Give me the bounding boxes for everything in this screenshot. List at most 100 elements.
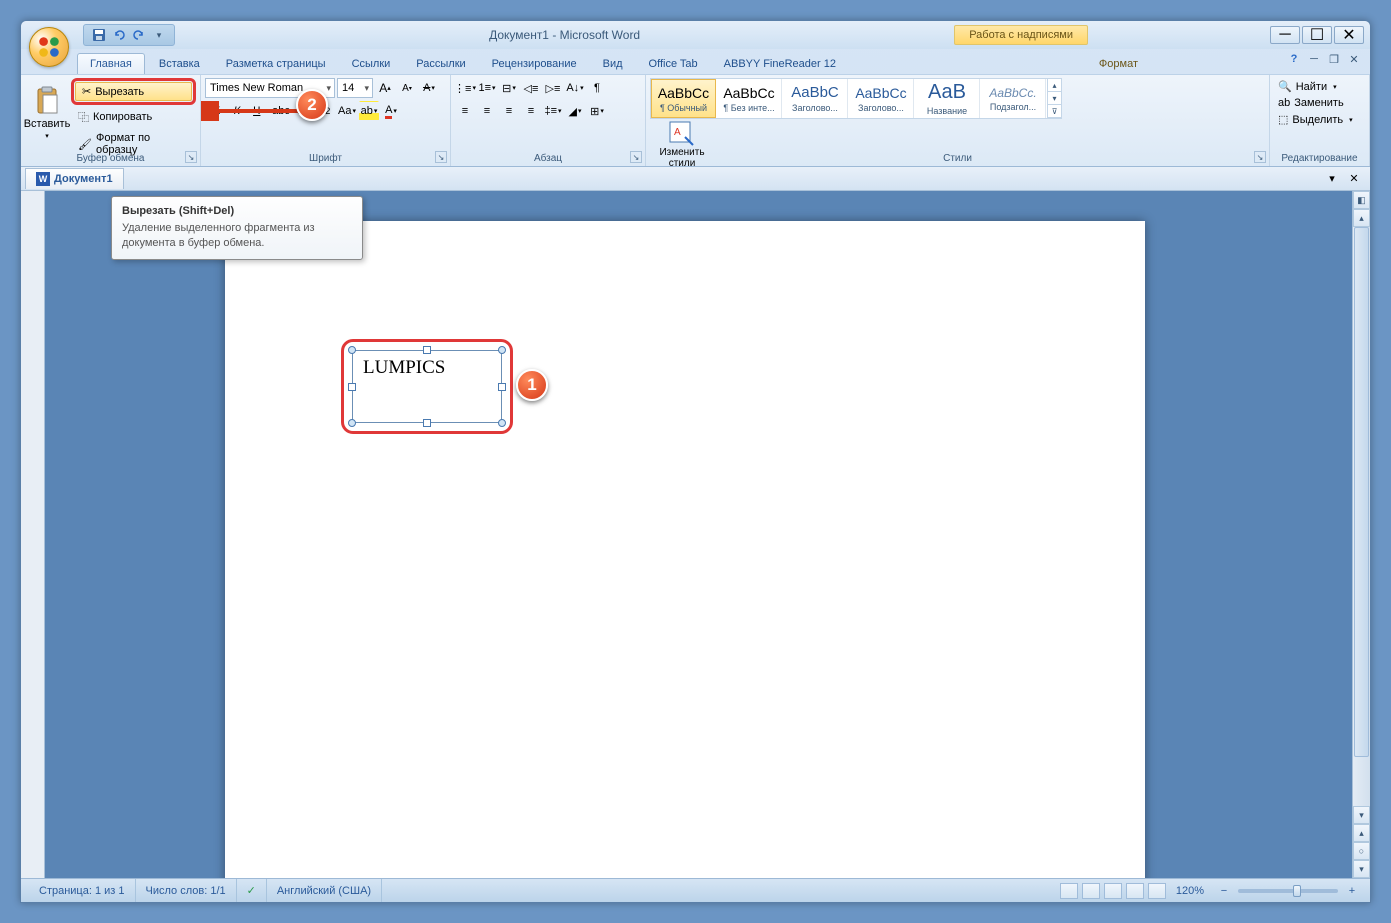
minimize-button[interactable]: ─ (1270, 26, 1300, 44)
textbox-content[interactable]: LUMPICS (353, 351, 501, 385)
increase-indent-icon[interactable]: ▷≡ (543, 78, 563, 98)
resize-handle-ne[interactable] (498, 346, 506, 354)
ruler-toggle-icon[interactable]: ◧ (1353, 191, 1370, 209)
resize-handle-s[interactable] (423, 419, 431, 427)
scroll-up-icon[interactable]: ▴ (1353, 209, 1370, 227)
view-web-icon[interactable] (1104, 883, 1122, 899)
highlight-icon[interactable]: ab (359, 101, 379, 121)
document-area[interactable] (45, 191, 1352, 878)
tab-office[interactable]: Office Tab (637, 54, 710, 74)
zoom-slider[interactable] (1238, 889, 1338, 893)
status-page[interactable]: Страница: 1 из 1 (29, 879, 136, 902)
undo-icon[interactable] (110, 26, 128, 44)
tab-mailings[interactable]: Рассылки (404, 54, 477, 74)
vertical-ruler[interactable] (21, 191, 45, 878)
tab-format[interactable]: Формат (1087, 54, 1150, 74)
font-launcher-icon[interactable]: ↘ (435, 151, 447, 163)
tab-abbyy[interactable]: ABBYY FineReader 12 (712, 54, 848, 74)
textbox[interactable]: LUMPICS (352, 350, 502, 423)
mdi-close-icon[interactable]: ✕ (1346, 51, 1362, 67)
font-size-combo[interactable]: 14 (337, 78, 373, 98)
tab-view[interactable]: Вид (591, 54, 635, 74)
browse-object-icon[interactable]: ○ (1353, 842, 1370, 860)
view-fullscreen-icon[interactable] (1082, 883, 1100, 899)
maximize-button[interactable]: ☐ (1302, 26, 1332, 44)
textbox-selection[interactable]: LUMPICS (341, 339, 513, 434)
copy-button[interactable]: ⿻ Копировать (71, 106, 196, 128)
status-language[interactable]: Английский (США) (267, 879, 382, 902)
multilevel-icon[interactable]: ⊟ (499, 78, 519, 98)
scroll-track[interactable] (1353, 227, 1370, 806)
tab-layout[interactable]: Разметка страницы (214, 54, 338, 74)
decrease-indent-icon[interactable]: ◁≡ (521, 78, 541, 98)
qat-customize-icon[interactable]: ▾ (150, 26, 168, 44)
clipboard-launcher-icon[interactable]: ↘ (185, 151, 197, 163)
resize-handle-se[interactable] (498, 419, 506, 427)
save-icon[interactable] (90, 26, 108, 44)
clear-formatting-icon[interactable]: A (419, 78, 439, 98)
view-outline-icon[interactable] (1126, 883, 1144, 899)
resize-handle-sw[interactable] (348, 419, 356, 427)
tab-close-icon[interactable]: ✕ (1344, 169, 1364, 189)
doc-tab-1[interactable]: W Документ1 (25, 168, 124, 189)
gallery-up-icon[interactable]: ▴ (1048, 79, 1061, 92)
resize-handle-n[interactable] (423, 346, 431, 354)
find-button[interactable]: 🔍Найти▾ (1274, 78, 1365, 95)
zoom-thumb[interactable] (1293, 885, 1301, 897)
change-case-icon[interactable]: Aa (337, 101, 357, 121)
status-proofing-icon[interactable]: ✓ (237, 879, 267, 902)
office-button[interactable] (29, 27, 69, 67)
zoom-in-icon[interactable]: + (1342, 881, 1362, 901)
scroll-down-icon[interactable]: ▾ (1353, 806, 1370, 824)
style-subtitle[interactable]: AaBbCc.Подзагол... (981, 79, 1046, 118)
paragraph-launcher-icon[interactable]: ↘ (630, 151, 642, 163)
shrink-font-icon[interactable]: A▾ (397, 78, 417, 98)
replace-button[interactable]: abЗаменить (1274, 95, 1365, 111)
styles-launcher-icon[interactable]: ↘ (1254, 151, 1266, 163)
scroll-thumb[interactable] (1354, 227, 1369, 757)
close-button[interactable]: ✕ (1334, 26, 1364, 44)
line-spacing-icon[interactable]: ‡≡ (543, 101, 563, 121)
style-heading1[interactable]: AaBbCЗаголово... (783, 79, 848, 118)
gallery-down-icon[interactable]: ▾ (1048, 92, 1061, 105)
style-title[interactable]: АаВНазвание (915, 79, 980, 118)
grow-font-icon[interactable]: A▴ (375, 78, 395, 98)
vertical-scrollbar[interactable]: ◧ ▴ ▾ ▴ ○ ▾ (1352, 191, 1370, 878)
redo-icon[interactable] (130, 26, 148, 44)
tab-review[interactable]: Рецензирование (480, 54, 589, 74)
shading-icon[interactable]: ◢ (565, 101, 585, 121)
help-icon[interactable]: ? (1286, 51, 1302, 67)
zoom-level[interactable]: 120% (1176, 885, 1204, 897)
view-print-icon[interactable] (1060, 883, 1078, 899)
next-page-icon[interactable]: ▾ (1353, 860, 1370, 878)
resize-handle-nw[interactable] (348, 346, 356, 354)
tab-references[interactable]: Ссылки (340, 54, 403, 74)
cut-button[interactable]: ✂ Вырезать (75, 82, 192, 101)
numbering-icon[interactable]: 1≡ (477, 78, 497, 98)
style-heading2[interactable]: AaBbCcЗаголово... (849, 79, 914, 118)
prev-page-icon[interactable]: ▴ (1353, 824, 1370, 842)
bullets-icon[interactable]: ⋮≡ (455, 78, 475, 98)
justify-icon[interactable]: ≡ (521, 101, 541, 121)
font-color-icon[interactable]: A (381, 101, 401, 121)
align-right-icon[interactable]: ≡ (499, 101, 519, 121)
zoom-out-icon[interactable]: − (1214, 881, 1234, 901)
paste-button[interactable]: Вставить ▾ (25, 78, 69, 148)
resize-handle-e[interactable] (498, 383, 506, 391)
style-no-spacing[interactable]: AaBbCc¶ Без инте... (717, 79, 782, 118)
select-button[interactable]: ⬚Выделить▾ (1274, 111, 1365, 128)
mdi-minimize-icon[interactable]: ─ (1306, 51, 1322, 67)
gallery-more-icon[interactable]: ⊽ (1048, 105, 1061, 118)
tab-home[interactable]: Главная (77, 53, 145, 74)
page[interactable] (225, 221, 1145, 878)
align-center-icon[interactable]: ≡ (477, 101, 497, 121)
show-marks-icon[interactable]: ¶ (587, 78, 607, 98)
tab-dropdown-icon[interactable]: ▾ (1322, 169, 1342, 189)
resize-handle-w[interactable] (348, 383, 356, 391)
view-draft-icon[interactable] (1148, 883, 1166, 899)
align-left-icon[interactable]: ≡ (455, 101, 475, 121)
borders-icon[interactable]: ⊞ (587, 101, 607, 121)
status-words[interactable]: Число слов: 1/1 (136, 879, 237, 902)
mdi-restore-icon[interactable]: ❐ (1326, 51, 1342, 67)
style-normal[interactable]: AaBbCc¶ Обычный (651, 79, 716, 118)
